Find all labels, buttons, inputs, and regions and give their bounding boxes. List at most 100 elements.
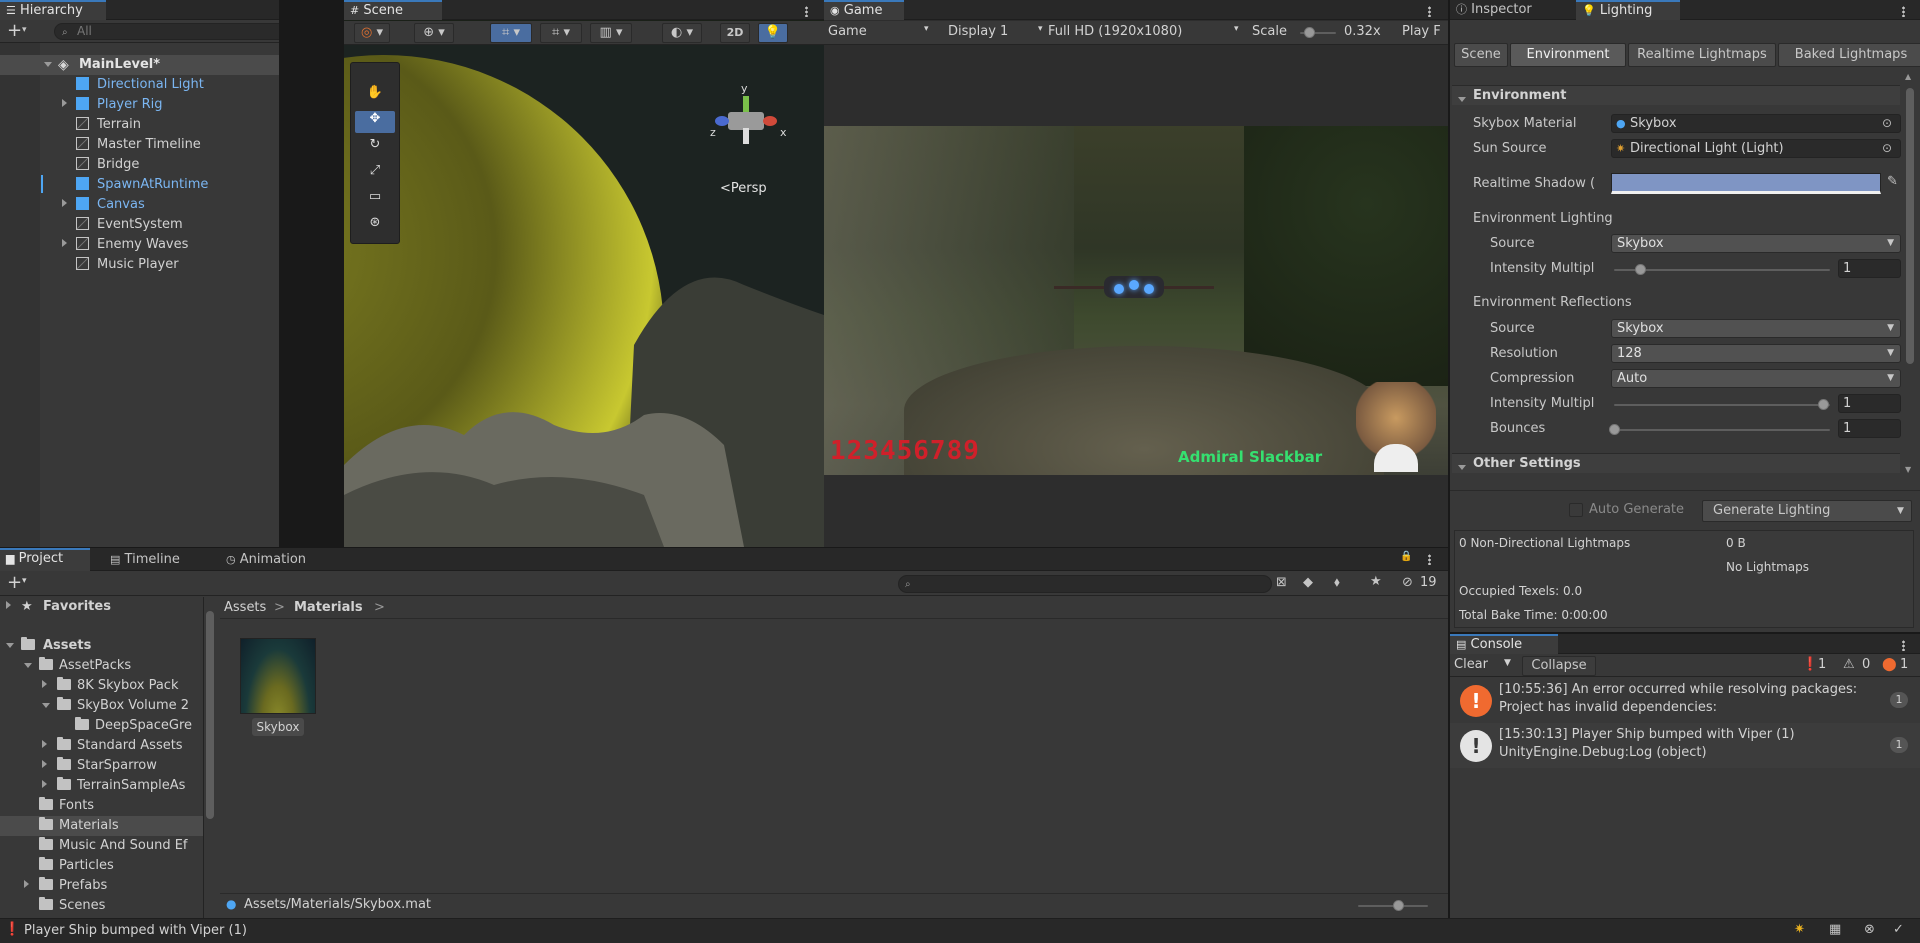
lighting-toggle-button[interactable]: 💡 [758, 23, 788, 43]
project-search-input[interactable]: ⌕ [898, 575, 1272, 593]
favorites-row[interactable]: ★ Favorites [0, 597, 203, 617]
auto-generate-checkbox[interactable] [1569, 503, 1583, 517]
hand-tool-icon[interactable]: ✋ [355, 85, 395, 107]
project-tree-item[interactable]: Music And Sound Ef [0, 836, 203, 856]
project-tree-item[interactable]: DeepSpaceGre [0, 716, 203, 736]
tab-timeline[interactable]: ▤ Timeline [104, 548, 204, 571]
breadcrumb-assets[interactable]: Assets [224, 600, 266, 615]
chevron-right-icon[interactable] [42, 760, 47, 768]
tab-project[interactable]: ▆ Project [0, 548, 90, 571]
tab-animation[interactable]: ◷ Animation [220, 548, 330, 571]
env-lighting-source-dropdown[interactable]: Skybox ▼ [1611, 234, 1901, 253]
grid-visibility-button[interactable]: ▥ ▾ [590, 23, 632, 43]
chevron-right-icon[interactable] [24, 880, 29, 888]
chevron-down-icon[interactable] [44, 62, 52, 67]
section-environment-header[interactable]: Environment [1452, 85, 1900, 105]
cache-server-icon[interactable]: ▦ [1829, 922, 1841, 937]
chevron-right-icon[interactable] [42, 740, 47, 748]
chevron-down-icon[interactable]: ▾ [22, 25, 27, 35]
hierarchy-item[interactable]: Music Player [0, 255, 279, 275]
more-options-icon[interactable] [1428, 554, 1431, 565]
hierarchy-item[interactable]: Canvas› [0, 195, 279, 215]
reflections-intensity-field[interactable]: 1 [1838, 394, 1901, 413]
display-dropdown[interactable]: Display 1 ▾ [948, 24, 1048, 39]
collab-icon[interactable]: ✓ [1893, 922, 1904, 937]
more-options-icon[interactable] [1902, 640, 1905, 651]
project-tree-item[interactable]: SkyBox Volume 2 [0, 696, 203, 716]
hierarchy-item[interactable]: Terrain [0, 115, 279, 135]
reflections-source-dropdown[interactable]: Skybox ▼ [1611, 319, 1901, 338]
tab-inspector[interactable]: ⓘ Inspector [1450, 0, 1554, 20]
tab-game[interactable]: ◉ Game [824, 0, 904, 20]
env-intensity-field[interactable]: 1 [1838, 259, 1901, 278]
env-intensity-slider[interactable] [1614, 269, 1830, 271]
bounces-field[interactable]: 1 [1838, 419, 1901, 438]
object-picker-icon[interactable]: ⊙ [1882, 115, 1892, 132]
env-intensity-slider-knob[interactable] [1635, 264, 1646, 275]
rect-tool-icon[interactable]: ▭ [355, 189, 395, 211]
skybox-material-field[interactable]: ● Skybox ⊙ [1611, 114, 1901, 133]
hierarchy-item[interactable]: Enemy Waves [0, 235, 279, 255]
hierarchy-item[interactable]: Directional Light› [0, 75, 279, 95]
search-by-type-icon[interactable]: ⊠ [1276, 575, 1287, 590]
project-tree-item[interactable]: Prefabs [0, 876, 203, 896]
scene-row[interactable]: ◈ MainLevel* [0, 55, 279, 75]
network-icon[interactable]: ⊗ [1864, 922, 1875, 937]
warning-count-icon[interactable]: ⚠ [1843, 657, 1855, 672]
scale-tool-icon[interactable]: ⤢ [355, 163, 395, 185]
lock-icon[interactable]: 🔒 [1400, 551, 1412, 562]
collapse-button[interactable]: Collapse [1522, 656, 1596, 676]
breadcrumb-materials[interactable]: Materials [294, 600, 363, 615]
render-mode-button[interactable]: ◐ ▾ [662, 23, 702, 43]
hierarchy-item[interactable]: Master Timeline [0, 135, 279, 155]
project-tree-item[interactable]: Standard Assets [0, 736, 203, 756]
chevron-right-icon[interactable] [62, 199, 67, 207]
increment-snap-button[interactable]: ⌗ ▾ [540, 23, 582, 43]
tree-scrollbar[interactable] [206, 611, 214, 819]
thumbnail-size-slider-knob[interactable] [1393, 900, 1404, 911]
subtab-scene[interactable]: Scene [1454, 43, 1508, 67]
bounces-slider[interactable] [1614, 429, 1830, 431]
hierarchy-item[interactable]: Player Rig› [0, 95, 279, 115]
chevron-right-icon[interactable] [62, 99, 67, 107]
chevron-down-icon[interactable]: ▼ [1504, 658, 1511, 668]
bounces-slider-knob[interactable] [1609, 424, 1620, 435]
scroll-up-icon[interactable]: ▲ [1905, 72, 1911, 81]
draw-mode-button[interactable]: ◎ ▾ [354, 23, 390, 43]
project-tree-item[interactable]: Particles [0, 856, 203, 876]
lighting-bake-icon[interactable]: ✷ [1794, 922, 1805, 937]
more-options-icon[interactable] [1428, 6, 1431, 17]
error-count-icon[interactable]: ⬤ [1882, 657, 1897, 672]
console-entry[interactable]: ! [10:55:36] An error occurred while reso… [1450, 678, 1920, 723]
play-focused-label[interactable]: Play F [1402, 24, 1441, 39]
tab-hierarchy[interactable]: ☰ Hierarchy [0, 0, 106, 20]
persp-label[interactable]: <Persp [720, 181, 767, 196]
reflections-intensity-slider[interactable] [1614, 404, 1830, 406]
game-viewport[interactable]: 123456789 Admiral Slackbar [824, 126, 1448, 475]
scale-slider-knob[interactable] [1304, 27, 1315, 38]
sun-source-field[interactable]: ✷ Directional Light (Light) ⊙ [1611, 139, 1901, 158]
clear-button[interactable]: Clear [1454, 657, 1488, 672]
reflections-compression-dropdown[interactable]: Auto ▼ [1611, 369, 1901, 388]
move-tool-icon[interactable]: ✥ [355, 111, 395, 133]
project-tree-item[interactable]: 8K Skybox Pack [0, 676, 203, 696]
game-mode-dropdown[interactable]: Game ▾ [828, 24, 938, 39]
project-tree-item[interactable]: StarSparrow [0, 756, 203, 776]
scene-gizmo[interactable]: y z x [710, 82, 790, 162]
rotate-tool-icon[interactable]: ↻ [355, 137, 395, 159]
status-message[interactable]: Player Ship bumped with Viper (1) [24, 923, 247, 938]
hierarchy-item[interactable]: EventSystem [0, 215, 279, 235]
subtab-realtime-lightmaps[interactable]: Realtime Lightmaps [1628, 43, 1776, 67]
project-tree-item[interactable]: AssetPacks [0, 656, 203, 676]
project-tree-item[interactable]: TerrainSampleAs [0, 776, 203, 796]
subtab-baked-lightmaps[interactable]: Baked Lightmaps [1778, 43, 1920, 67]
tab-console[interactable]: ▤ Console [1450, 634, 1558, 654]
scroll-down-icon[interactable]: ▼ [1905, 465, 1911, 474]
transform-tool-icon[interactable]: ⊛ [355, 215, 395, 237]
hierarchy-item[interactable]: Bridge [0, 155, 279, 175]
hidden-eye-icon[interactable]: ⊘ [1402, 575, 1413, 590]
more-options-icon[interactable] [805, 6, 808, 17]
tab-scene[interactable]: # Scene [344, 0, 442, 20]
filter-type-icon[interactable]: ◆ [1303, 575, 1313, 590]
chevron-down-icon[interactable] [42, 703, 50, 708]
